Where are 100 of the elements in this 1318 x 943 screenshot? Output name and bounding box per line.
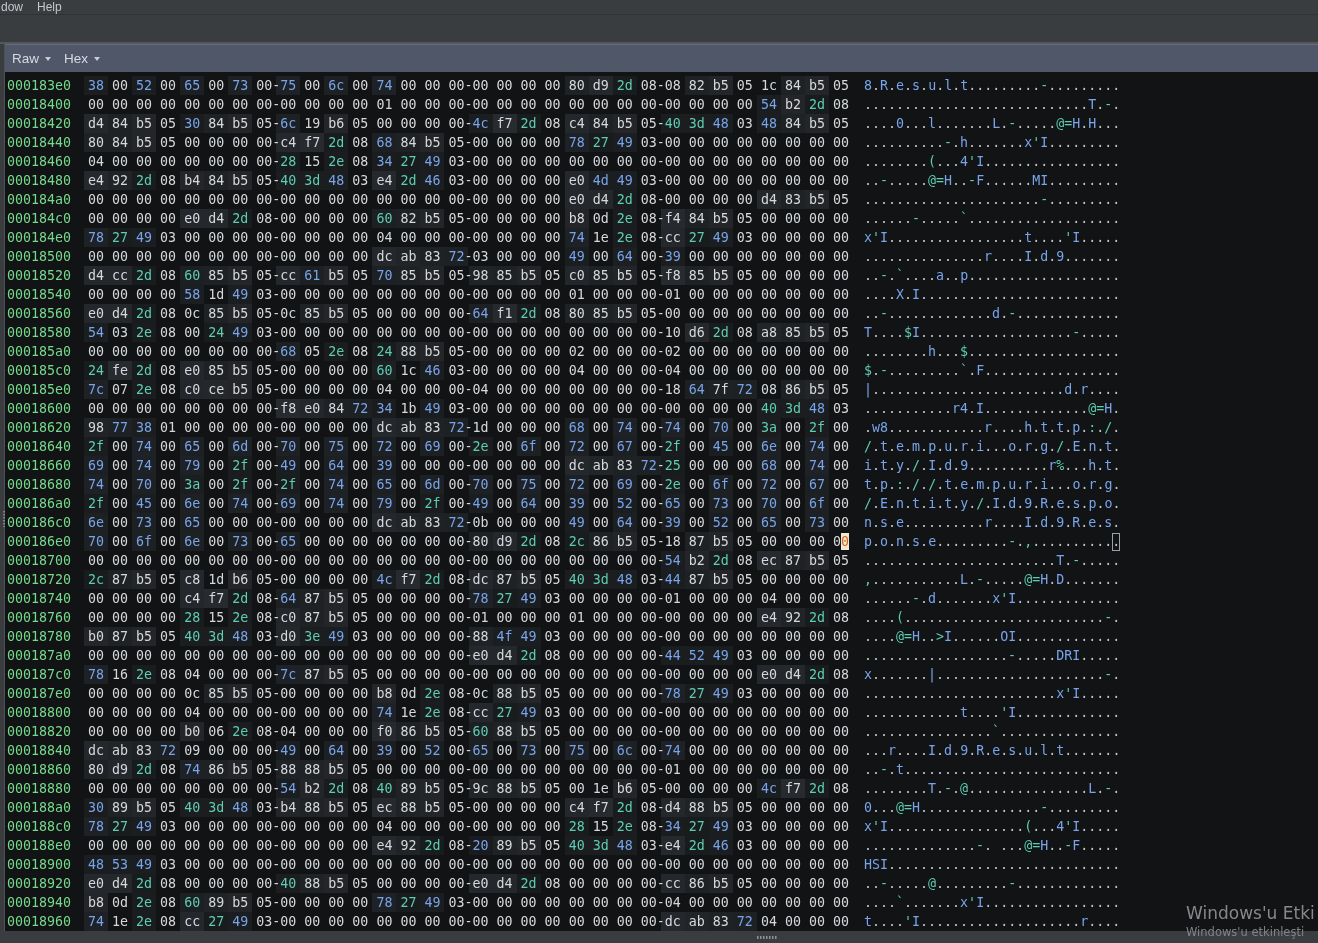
hex-bytes: 00 00 00 00 0c 85 b5 05-00 00 00 00 b8 0d 2e 08-0c 88 b5 05 00 00 00 00-78 27 49 03 00 00 00 00: [88, 684, 850, 703]
ascii-text: ............................T.-.: [864, 96, 1121, 114]
hex-bytes: 00 00 00 00 b0 06 2e 08-04 00 00 00 f0 86 b5 05-60 88 b5 05 00 00 00 00-00 00 00 00 00 00 00 00: [88, 722, 850, 741]
ascii-text: ..............-. ...@=H..-F.....: [864, 837, 1121, 855]
hex-bytes: 00 00 00 00 00 00 00 00-f8 e0 84 72 34 1b 49 03-00 00 00 00 00 00 00 00-00 00 00 00 40 3d 48 03: [88, 399, 850, 418]
offset-label: 000184c0: [7, 210, 71, 228]
hex-bytes: 00 00 00 00 28 15 2e 08-c0 87 b5 05 00 00 00 00-01 00 00 00 01 00 00 00-00 00 00 00 e4 92 2d 08: [88, 608, 850, 627]
offset-label: 00018960: [7, 913, 71, 931]
hex-bytes: 00 00 00 00 00 00 00 00-00 00 00 00 01 00 00 00-00 00 00 00 00 00 00 00-00 00 00 00 54 b2 2d 08: [88, 95, 850, 114]
ascii-text: 8.R.e.s.u.l.t.........-.........: [864, 77, 1121, 95]
grip-icon[interactable]: [757, 935, 777, 939]
ascii-text: ....@=H..>I......OI.............: [864, 628, 1121, 646]
offset-label: 00018440: [7, 134, 71, 152]
ascii-text: HSI.............................: [864, 856, 1121, 874]
hex-bytes: 00 00 00 00 00 00 00 00-00 00 00 00 dc ab 83 72-03 00 00 00 49 00 64 00-39 00 00 00 00 00 00 00: [88, 247, 850, 266]
caret-icon: [94, 56, 101, 61]
ascii-text: $.-.........`.F.................: [864, 362, 1121, 380]
ascii-text: ..-.....@.........-.............: [864, 875, 1121, 893]
dropdown-button[interactable]: Raw: [9, 47, 54, 70]
offset-label: 00018760: [7, 609, 71, 627]
offset-label: 000188c0: [7, 818, 71, 836]
ascii-text: x'I.................(...4'I.....: [864, 818, 1121, 836]
offset-label: 00018640: [7, 438, 71, 456]
ascii-text: ..-.`....a..p...................: [864, 267, 1121, 285]
ascii-text: p.o.n.s.e.........-.,...........: [864, 532, 1121, 551]
offset-label: 000188e0: [7, 837, 71, 855]
hex-bytes: 00 00 00 00 00 00 00 00-00 00 00 00 e4 92 2d 08-20 89 b5 05 40 3d 48 03-e4 2d 46 03 00 00 00 00: [88, 836, 850, 855]
ascii-text: ........h...$...................: [864, 343, 1121, 361]
menu-item[interactable]: Help: [37, 0, 62, 14]
offset-label: 00018400: [7, 96, 71, 114]
offset-label: 00018560: [7, 305, 71, 323]
hex-bytes: 00 00 00 00 00 00 00 00-00 00 00 00 00 00 00 00-00 00 00 00 00 00 00 00-54 b2 2d 08 ec 87 b5 05: [88, 551, 850, 570]
ascii-text: ..................-.....DRI.....: [864, 647, 1121, 665]
offset-label: 000187e0: [7, 685, 71, 703]
ascii-text: x.......|.....................-.: [864, 666, 1121, 684]
ascii-text: ............t....'I.............: [864, 704, 1121, 722]
offset-label: 000186c0: [7, 514, 71, 532]
ascii-text: /.E.n.t.i.t.y./.I.d.9.R.e.s.p.o.: [864, 495, 1121, 513]
hex-bytes: 04 00 00 00 00 00 00 00-28 15 2e 08 34 27 49 03-00 00 00 00 00 00 00 00-00 00 00 00 00 00 00 00: [88, 152, 850, 171]
ascii-text: i.t.y./.I.d.9..........r%...h.t.: [864, 457, 1121, 475]
caret-icon: [45, 56, 51, 61]
ascii-text: ........................T.-.....: [864, 552, 1121, 570]
offset-label: 000187c0: [7, 666, 71, 684]
hex-bytes: 00 00 00 00 00 00 00 00-00 00 00 00 00 00 00 00-e0 d4 2d 08 00 00 00 00-44 52 49 03 00 00 00 00: [88, 646, 850, 665]
ascii-text: ..-.............d.-.............: [864, 305, 1121, 323]
ascii-text: ...........r4.I.............@=H.: [864, 400, 1121, 418]
offset-label: 000185c0: [7, 362, 71, 380]
dropdown-button[interactable]: Hex: [61, 47, 104, 70]
ascii-text: T....$I...................-.....: [864, 324, 1121, 342]
offset-label: 00018920: [7, 875, 71, 893]
ascii-text: .w8............r....h.t.t.p.:./.: [864, 419, 1121, 437]
offset-label: 00018660: [7, 457, 71, 475]
ascii-text: ......-.....`...................: [864, 210, 1121, 228]
ascii-text: ....(.........................-.: [864, 609, 1121, 627]
offset-label: 00018500: [7, 248, 71, 266]
hex-bytes: 00 00 00 00 00 00 00 00-54 b2 2d 08 40 89 b5 05-9c 88 b5 05 00 1e b6 05-00 00 00 00 4c f7 2d 08: [88, 779, 850, 798]
offset-label: 00018480: [7, 172, 71, 190]
offset-label: 00018900: [7, 856, 71, 874]
offset-label: 000183e0: [7, 77, 71, 95]
ascii-text: t....'I....................r....: [864, 913, 1121, 931]
activation-notice-title: Windows'u Etki: [1186, 902, 1315, 925]
ascii-text: ........T.-.@...............L.-.: [864, 780, 1121, 798]
offset-label: 00018540: [7, 286, 71, 304]
ascii-text: ........................x'I.....: [864, 685, 1121, 703]
offset-label: 000186e0: [7, 533, 71, 551]
menu-item[interactable]: dow: [1, 0, 23, 14]
ascii-text: ..-.....@=H..-F......MI.........: [864, 172, 1121, 190]
ascii-text: ......................-.........: [864, 191, 1121, 209]
ascii-text: x'I.................t....'I.....: [864, 229, 1121, 247]
offset-label: 00018740: [7, 590, 71, 608]
offset-label: 00018700: [7, 552, 71, 570]
offset-label: 000184a0: [7, 191, 71, 209]
hex-bytes: 00 00 00 00 e0 d4 2d 08-00 00 00 00 60 82 b5 05-00 00 00 00 b8 0d 2e 08-f4 84 b5 05 00 00 00 00: [88, 209, 850, 228]
offset-label: 00018680: [7, 476, 71, 494]
offset-label: 000188a0: [7, 799, 71, 817]
offset-label: 00018880: [7, 780, 71, 798]
grip-icon[interactable]: [2, 511, 6, 527]
offset-label: 000187a0: [7, 647, 71, 665]
offset-label: 00018860: [7, 761, 71, 779]
ascii-text: ................`...............: [864, 723, 1121, 741]
hex-bytes: 00 00 00 00 04 00 00 00-00 00 00 00 74 1e 2e 08-cc 27 49 03 00 00 00 00-00 00 00 00 00 00 00 00: [88, 703, 850, 722]
offset-label: 00018520: [7, 267, 71, 285]
ascii-text: 0...@=H...............-.........: [864, 799, 1121, 817]
offset-label: 00018780: [7, 628, 71, 646]
offset-label: 00018460: [7, 153, 71, 171]
offset-label: 00018420: [7, 115, 71, 133]
offset-label: 00018600: [7, 400, 71, 418]
ascii-text: ....X.I.........................: [864, 286, 1121, 304]
ascii-text: ,...........L.-.....@=H.D.......: [864, 571, 1121, 589]
ascii-text: ...............r....I.d.9.......: [864, 248, 1121, 266]
ascii-text: ....`.......x'I.................: [864, 894, 1121, 912]
hex-bytes: 00 00 00 00 00 00 00 00-68 05 2e 08 24 88 b5 05-00 00 00 00 02 00 00 00-02 00 00 00 00 00 00 00: [88, 342, 850, 361]
offset-label: 00018820: [7, 723, 71, 741]
offset-label: 00018580: [7, 324, 71, 342]
hex-bytes: 00 00 00 00 c4 f7 2d 08-64 87 b5 05 00 00 00 00-78 27 49 03 00 00 00 00-01 00 00 00 04 00 00 00: [88, 589, 850, 608]
offset-label: 00018720: [7, 571, 71, 589]
activation-notice-text: Windows'u etkinleşti: [1186, 925, 1305, 940]
offset-label: 00018800: [7, 704, 71, 722]
ascii-text: ..........-.h.......x'I.........: [864, 134, 1121, 152]
ascii-text: t.p.:././.t.e.m.p.u.r.i...o.r.g.: [864, 476, 1121, 494]
